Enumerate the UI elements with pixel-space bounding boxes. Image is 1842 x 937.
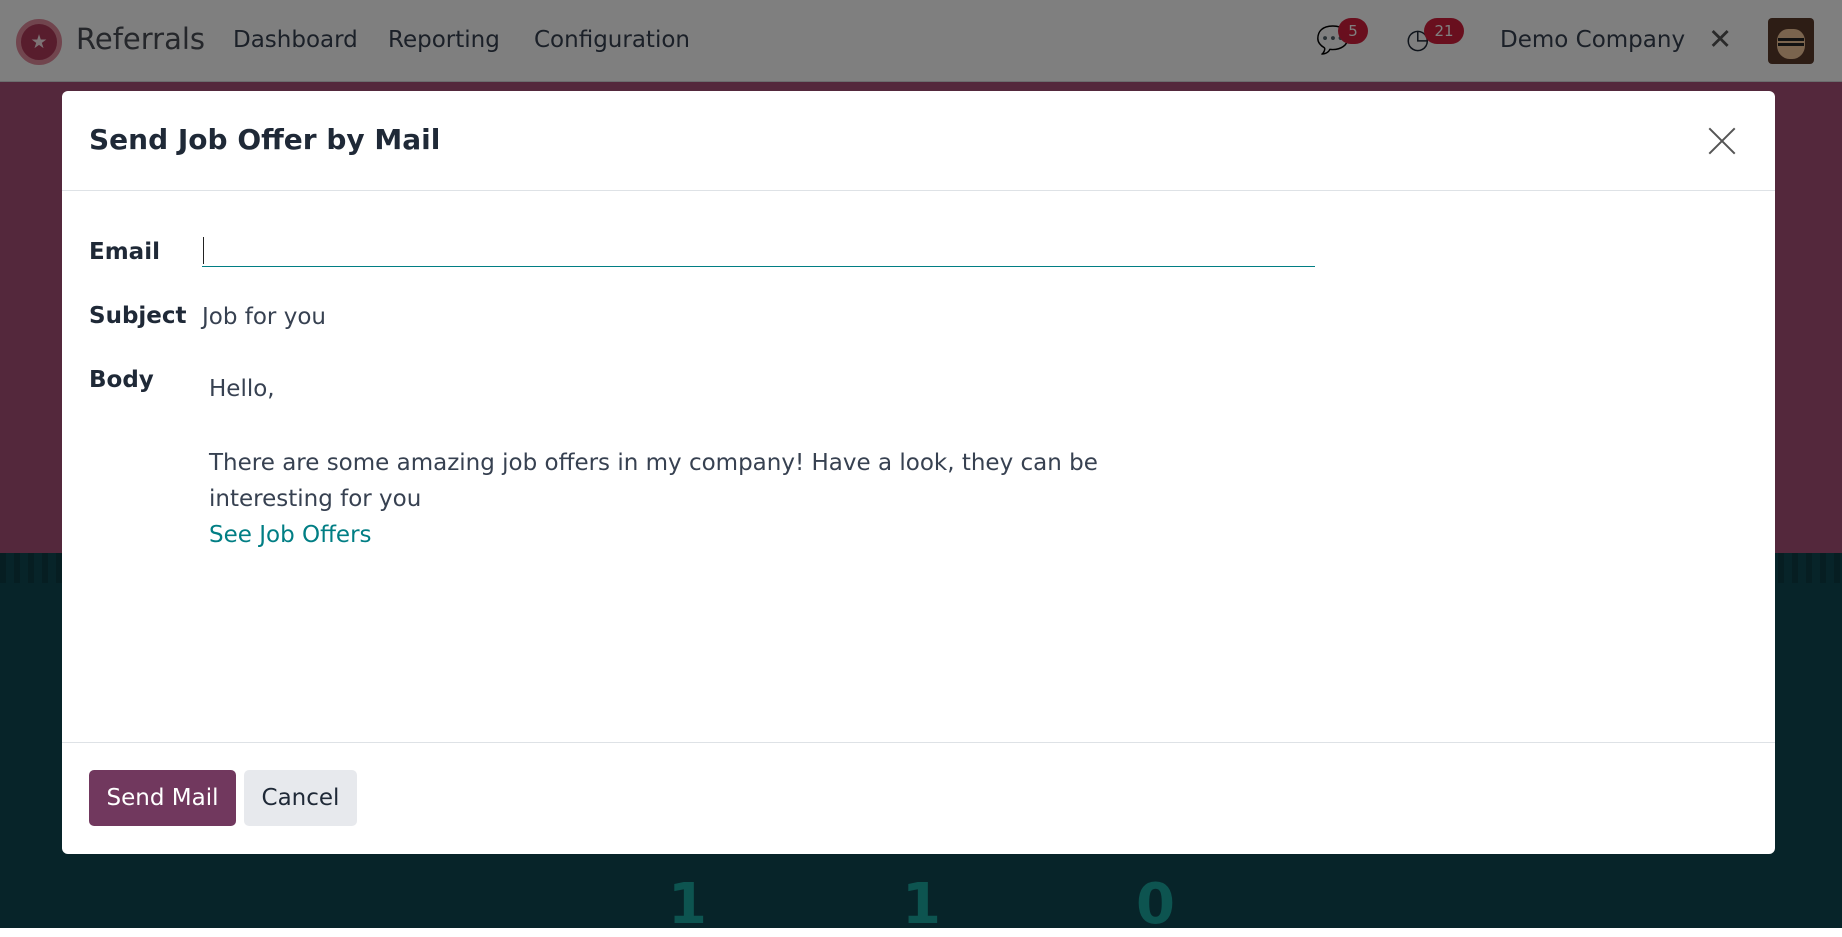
modal-footer: Send Mail Cancel [62, 742, 1775, 854]
send-mail-button[interactable]: Send Mail [89, 770, 236, 826]
see-job-offers-link[interactable]: See Job Offers [209, 517, 1219, 553]
send-job-offer-dialog: Send Job Offer by Mail Email Subject Job… [62, 91, 1775, 854]
subject-field[interactable]: Job for you [202, 304, 326, 330]
modal-header: Send Job Offer by Mail [62, 91, 1775, 191]
close-icon[interactable] [1706, 125, 1738, 157]
modal-title: Send Job Offer by Mail [89, 123, 441, 156]
cancel-button[interactable]: Cancel [244, 770, 357, 826]
body-editor[interactable]: Hello, There are some amazing job offers… [209, 371, 1219, 553]
text-caret [203, 237, 204, 264]
email-label: Email [89, 239, 160, 265]
body-label: Body [89, 367, 154, 393]
subject-label: Subject [89, 303, 187, 329]
body-greeting: Hello, [209, 376, 275, 402]
email-input[interactable] [202, 231, 1315, 267]
body-text: There are some amazing job offers in my … [209, 450, 1098, 512]
